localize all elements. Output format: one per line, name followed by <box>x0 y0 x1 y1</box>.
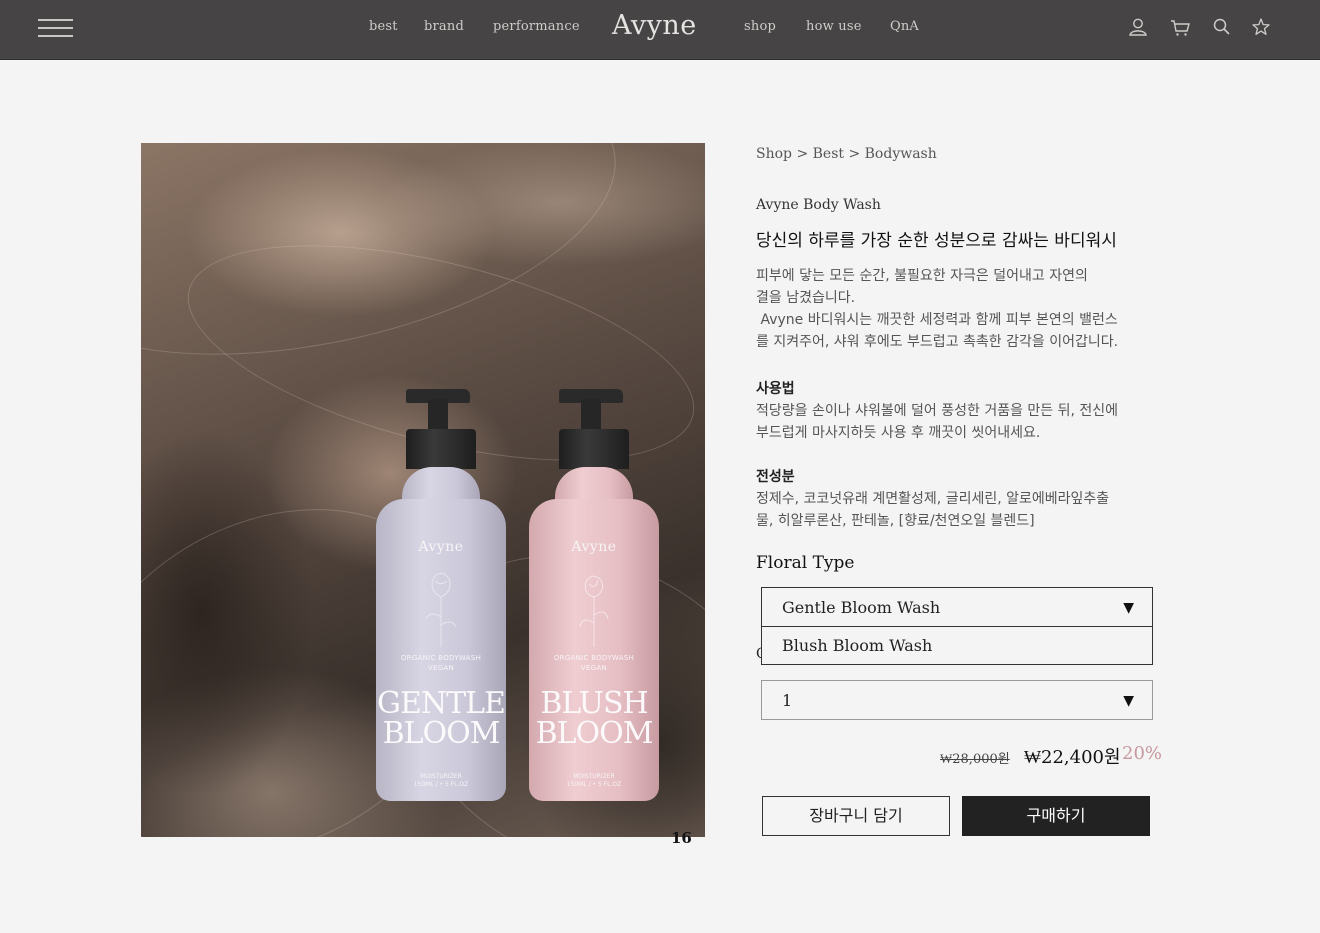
floral-type-select[interactable]: Gentle Bloom Wash ▼ <box>761 587 1153 627</box>
bottle-brand-label: Avyne <box>418 539 464 555</box>
quantity-select[interactable]: 1 ▼ <box>761 680 1153 720</box>
caret-down-icon: ▼ <box>1123 600 1134 616</box>
usage-title: 사용법 <box>756 381 795 397</box>
sale-price: ₩22,400원 <box>1024 747 1121 768</box>
floral-type-value: Gentle Bloom Wash <box>782 598 941 617</box>
buy-now-button[interactable]: 구매하기 <box>962 796 1150 836</box>
original-price: ₩28,000원 <box>940 752 1010 767</box>
product-description: 피부에 닿는 모든 순간, 불필요한 자극은 덜어내고 자연의 결을 남겼습니다… <box>756 268 1119 350</box>
nav-link-best[interactable]: best <box>369 19 398 34</box>
bottle-volume: MOISTURIZER 150ML / • 5 FL.OZ <box>413 773 469 788</box>
product-bottle-blush-bloom: Avyne ORGANIC BODYWASH VEGAN BLUSH BLOOM M… <box>529 389 659 801</box>
nav-link-how-use[interactable]: how use <box>806 19 862 34</box>
star-icon[interactable] <box>1250 16 1272 38</box>
bottle-subtitle: ORGANIC BODYWASH VEGAN <box>553 654 635 672</box>
menu-icon[interactable] <box>38 17 74 41</box>
bottle-volume: MOISTURIZER 150ML / • 5 FL.OZ <box>566 773 622 788</box>
nav-link-shop[interactable]: shop <box>744 19 776 34</box>
product-bottle-gentle-bloom: Avyne ORGANIC BODYWASH VEGAN GENTLE BLOOM … <box>376 389 506 801</box>
search-icon[interactable] <box>1211 16 1233 38</box>
bottle-brand-label: Avyne <box>571 539 617 555</box>
rose-icon <box>579 575 609 647</box>
bottle-product-name: GENTLE BLOOM <box>377 686 506 751</box>
usage-text: 적당량을 손이나 샤워볼에 덜어 풍성한 거품을 만든 뒤, 전신에 부드럽게 … <box>756 403 1119 441</box>
bottle-product-name: BLUSH BLOOM <box>535 686 654 751</box>
image-page-number: 16 <box>671 829 692 847</box>
product-headline: 당신의 하루를 가장 순한 성분으로 감싸는 바디워시 <box>756 231 1117 251</box>
discount-rate: 20% <box>1122 743 1163 764</box>
brand-logo[interactable]: Avyne <box>612 10 697 41</box>
nav-link-brand[interactable]: brand <box>424 19 464 34</box>
ingredients-text: 정제수, 코코넛유래 계면활성제, 글리세린, 알로에베라잎추출 물, 히알루론… <box>756 491 1110 529</box>
floral-type-label: Floral Type <box>756 553 855 573</box>
user-icon[interactable] <box>1127 16 1149 38</box>
add-to-cart-button[interactable]: 장바구니 담기 <box>762 796 950 836</box>
product-name: Avyne Body Wash <box>756 197 881 213</box>
nav-link-qna[interactable]: QnA <box>890 19 919 34</box>
product-image: Avyne ORGANIC BODYWASH VEGAN GENTLE BLOOM … <box>141 143 705 837</box>
flower-icon <box>425 572 457 647</box>
nav-link-performance[interactable]: performance <box>493 19 580 34</box>
quantity-value: 1 <box>782 691 793 710</box>
top-navigation-bar: best brand performance Avyne shop how us… <box>0 0 1320 60</box>
breadcrumb[interactable]: Shop > Best > Bodywash <box>756 146 937 162</box>
bottle-subtitle: ORGANIC BODYWASH VEGAN <box>400 654 482 672</box>
floral-type-option-blush-bloom[interactable]: Blush Bloom Wash <box>761 626 1153 665</box>
cart-icon[interactable] <box>1169 16 1191 38</box>
option-label: Blush Bloom Wash <box>782 636 933 655</box>
ingredients-title: 전성분 <box>756 469 795 485</box>
caret-down-icon: ▼ <box>1123 693 1134 709</box>
